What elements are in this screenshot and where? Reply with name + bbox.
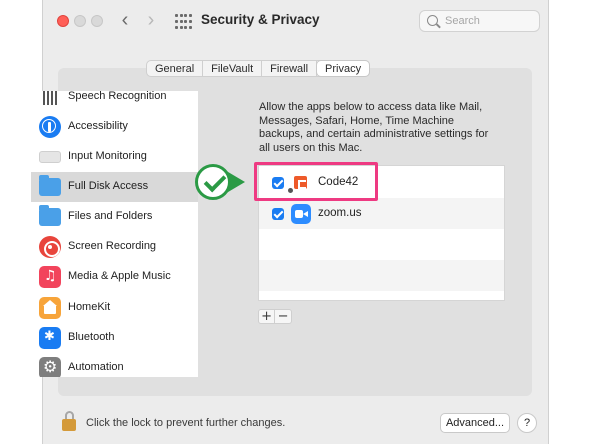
- sidebar-item-label: Input Monitoring: [68, 150, 147, 162]
- accessibility-icon: [39, 116, 61, 138]
- privacy-category-list: Speech Recognition Accessibility Input M…: [31, 91, 198, 377]
- speech-recognition-icon: [39, 91, 61, 108]
- close-window-button[interactable]: [57, 15, 69, 27]
- sidebar-item-label: HomeKit: [68, 301, 111, 313]
- sidebar-item-accessibility[interactable]: Accessibility: [31, 112, 198, 142]
- add-remove-control: + −: [258, 309, 292, 324]
- zoom-icon: [291, 204, 311, 224]
- advanced-button[interactable]: Advanced...: [440, 413, 510, 433]
- bluetooth-icon: [39, 327, 61, 349]
- sidebar-item-label: Bluetooth: [68, 331, 115, 343]
- checkmark-callout-icon: [195, 164, 245, 200]
- app-row-zoom[interactable]: zoom.us: [259, 198, 504, 229]
- sidebar-item-label: Accessibility: [68, 120, 128, 132]
- checkmark-icon: [195, 164, 231, 200]
- forward-chevron-icon[interactable]: ›: [141, 10, 161, 32]
- lock-icon[interactable]: [62, 411, 76, 431]
- sidebar-item-label: Screen Recording: [68, 240, 157, 252]
- sidebar-item-label: Files and Folders: [68, 210, 153, 222]
- zoom-window-button[interactable]: [91, 15, 103, 27]
- folder-icon: [39, 175, 61, 196]
- sidebar-item-bluetooth[interactable]: Bluetooth: [31, 323, 198, 353]
- app-name: zoom.us: [318, 207, 362, 219]
- tab-filevault[interactable]: FileVault: [203, 61, 263, 76]
- empty-row: [259, 260, 504, 291]
- show-all-grid-icon[interactable]: [175, 14, 192, 30]
- search-icon: [427, 15, 438, 26]
- search-placeholder: Search: [445, 15, 480, 27]
- sidebar-item-files-and-folders[interactable]: Files and Folders: [31, 202, 198, 232]
- back-chevron-icon[interactable]: ‹: [115, 10, 135, 32]
- sidebar-item-input-monitoring[interactable]: Input Monitoring: [31, 142, 198, 172]
- tab-firewall[interactable]: Firewall: [262, 61, 318, 76]
- access-description: Allow the apps below to access data like…: [259, 101, 489, 154]
- sidebar-item-label: Full Disk Access: [68, 180, 149, 192]
- title-bar: ‹ › Security & Privacy Search: [43, 0, 548, 44]
- empty-row: [259, 229, 504, 260]
- minimize-window-button[interactable]: [74, 15, 86, 27]
- screen-recording-icon: [39, 236, 61, 258]
- add-app-button[interactable]: +: [259, 310, 276, 323]
- remove-app-button[interactable]: −: [275, 310, 291, 323]
- window-title: Security & Privacy: [201, 12, 320, 27]
- sidebar-item-screen-recording[interactable]: Screen Recording: [31, 232, 198, 262]
- home-icon: [39, 297, 61, 319]
- lock-message: Click the lock to prevent further change…: [86, 417, 286, 429]
- folder-icon: [39, 205, 61, 226]
- keyboard-icon: [39, 151, 61, 163]
- highlight-box: [254, 162, 378, 201]
- zoom-checkbox[interactable]: [272, 208, 284, 220]
- search-field[interactable]: Search: [419, 10, 540, 32]
- sidebar-item-media-apple-music[interactable]: Media & Apple Music: [31, 262, 198, 292]
- help-button[interactable]: ?: [517, 413, 537, 433]
- sidebar-item-full-disk-access[interactable]: Full Disk Access: [31, 172, 198, 202]
- tab-general[interactable]: General: [147, 61, 204, 76]
- tab-bar: General FileVault Firewall Privacy: [146, 60, 371, 77]
- tab-privacy[interactable]: Privacy: [317, 61, 370, 76]
- sidebar-item-label: Media & Apple Music: [68, 270, 171, 282]
- sidebar-item-label: Speech Recognition: [68, 91, 167, 102]
- music-icon: [39, 266, 61, 288]
- sidebar-item-label: Automation: [68, 361, 124, 373]
- sidebar-item-homekit[interactable]: HomeKit: [31, 293, 198, 323]
- sidebar-item-automation[interactable]: Automation: [31, 353, 198, 377]
- gear-icon: [39, 357, 61, 377]
- sidebar-item-speech-recognition[interactable]: Speech Recognition: [31, 91, 198, 112]
